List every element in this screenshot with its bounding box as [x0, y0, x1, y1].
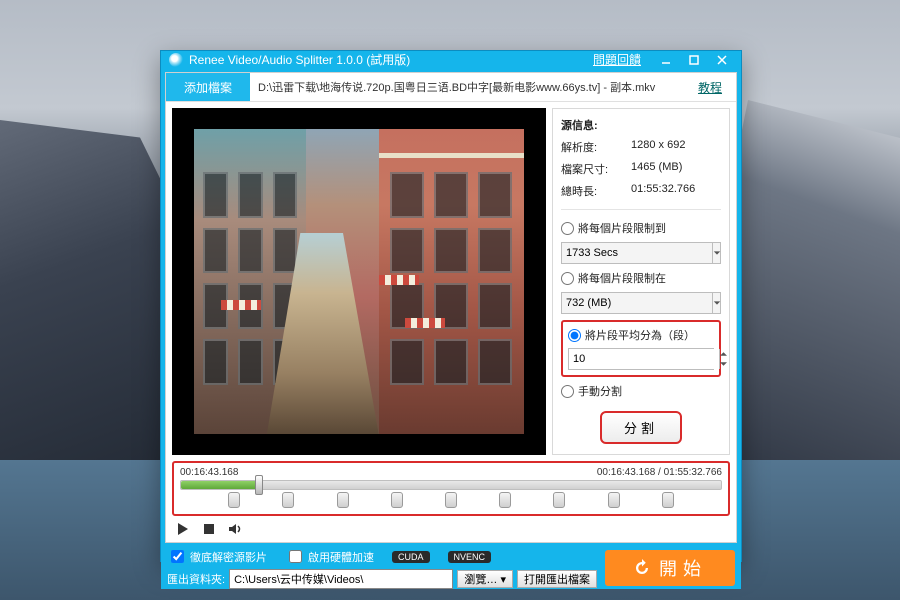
duration-value: 01:55:32.766 — [631, 183, 695, 199]
desktop-wallpaper: Renee Video/Audio Splitter 1.0.0 (試用版) 問… — [0, 0, 900, 600]
volume-icon[interactable] — [228, 522, 242, 536]
duration-label: 總時長: — [561, 183, 625, 199]
split-marker[interactable] — [337, 492, 349, 508]
option-limit-time-label: 將每個片段限制到 — [578, 220, 666, 236]
start-button-label: 開始 — [659, 555, 707, 581]
app-title: Renee Video/Audio Splitter 1.0.0 (試用版) — [189, 51, 410, 68]
refresh-icon — [633, 559, 651, 577]
start-button[interactable]: 開始 — [605, 550, 735, 586]
split-marker[interactable] — [662, 492, 674, 508]
minimize-button[interactable] — [655, 52, 677, 68]
split-marker[interactable] — [553, 492, 565, 508]
split-button[interactable]: 分割 — [600, 411, 682, 444]
split-marker[interactable] — [608, 492, 620, 508]
checkbox-decrypt[interactable]: 徹底解密源影片 — [167, 547, 267, 566]
timeline-progress — [181, 481, 259, 489]
open-output-button[interactable]: 打開匯出檔案 — [517, 570, 597, 588]
bottom-bar: 徹底解密源影片 啟用硬體加速 CUDA NVENC 匯出資料夾: 瀏覽… ▾ 打… — [161, 547, 741, 589]
timeline-highlight: 00:16:43.168 00:16:43.168 / 01:55:32.766 — [172, 461, 730, 516]
side-panel: 源信息: 解析度: 1280 x 692 檔案尺寸: 1465 (MB) 總時長: 0… — [552, 108, 730, 455]
option-manual-split[interactable]: 手動分割 — [561, 383, 721, 399]
chip-cuda: CUDA — [392, 551, 430, 563]
resolution-label: 解析度: — [561, 139, 625, 155]
output-folder-input[interactable] — [229, 569, 453, 589]
option-limit-size-label: 將每個片段限制在 — [578, 270, 666, 286]
equal-split-highlight: 將片段平均分為（段） — [561, 320, 721, 377]
feedback-link[interactable]: 問題回饋 — [593, 51, 641, 68]
play-icon[interactable] — [176, 522, 190, 536]
option-manual-split-label: 手動分割 — [578, 383, 622, 399]
topbar: 添加檔案 D:\迅雷下载\地海传说.720p.国粤日三语.BD中字[最新电影ww… — [166, 73, 736, 102]
checkbox-hwaccel[interactable]: 啟用硬體加速 — [285, 547, 374, 566]
option-equal-split[interactable]: 將片段平均分為（段） — [568, 327, 714, 343]
chevron-down-icon[interactable] — [712, 243, 721, 263]
split-marker[interactable] — [391, 492, 403, 508]
split-marker[interactable] — [282, 492, 294, 508]
filesize-value: 1465 (MB) — [631, 161, 682, 177]
filesize-label: 檔案尺寸: — [561, 161, 625, 177]
app-icon — [169, 53, 183, 67]
browse-button[interactable]: 瀏覽… ▾ — [457, 570, 513, 588]
limit-size-combo[interactable] — [561, 292, 721, 314]
split-marker[interactable] — [228, 492, 240, 508]
source-info-heading: 源信息: — [561, 117, 598, 133]
limit-time-combo[interactable] — [561, 242, 721, 264]
option-limit-time[interactable]: 將每個片段限制到 — [561, 220, 721, 236]
limit-size-input[interactable] — [562, 293, 712, 313]
equal-split-spinner[interactable] — [568, 348, 714, 370]
timeline-track[interactable] — [180, 480, 722, 490]
spinner-up-icon[interactable] — [720, 349, 727, 359]
chip-nvenc: NVENC — [448, 551, 492, 563]
chevron-down-icon[interactable] — [712, 293, 721, 313]
titlebar[interactable]: Renee Video/Audio Splitter 1.0.0 (試用版) 問… — [161, 51, 741, 68]
timeline-current: 00:16:43.168 — [180, 467, 238, 478]
source-filepath: D:\迅雷下载\地海传说.720p.国粤日三语.BD中字[最新电影www.66y… — [250, 79, 684, 95]
option-limit-size[interactable]: 將每個片段限制在 — [561, 270, 721, 286]
equal-split-input[interactable] — [569, 349, 719, 369]
limit-time-input[interactable] — [562, 243, 712, 263]
resolution-value: 1280 x 692 — [631, 139, 685, 155]
video-preview[interactable] — [172, 108, 546, 455]
split-marker[interactable] — [499, 492, 511, 508]
maximize-button[interactable] — [683, 52, 705, 68]
add-file-button[interactable]: 添加檔案 — [166, 73, 250, 101]
split-marker[interactable] — [445, 492, 457, 508]
option-equal-split-label: 將片段平均分為（段） — [585, 327, 695, 343]
app-window: Renee Video/Audio Splitter 1.0.0 (試用版) 問… — [160, 50, 742, 562]
output-folder-label: 匯出資料夾: — [167, 571, 225, 587]
player-controls — [166, 520, 736, 542]
spinner-down-icon[interactable] — [720, 359, 727, 369]
tutorial-link[interactable]: 教程 — [684, 79, 736, 96]
timeline-total: 00:16:43.168 / 01:55:32.766 — [597, 467, 722, 478]
timeline-markers — [180, 492, 722, 508]
close-button[interactable] — [711, 52, 733, 68]
stop-icon[interactable] — [202, 522, 216, 536]
